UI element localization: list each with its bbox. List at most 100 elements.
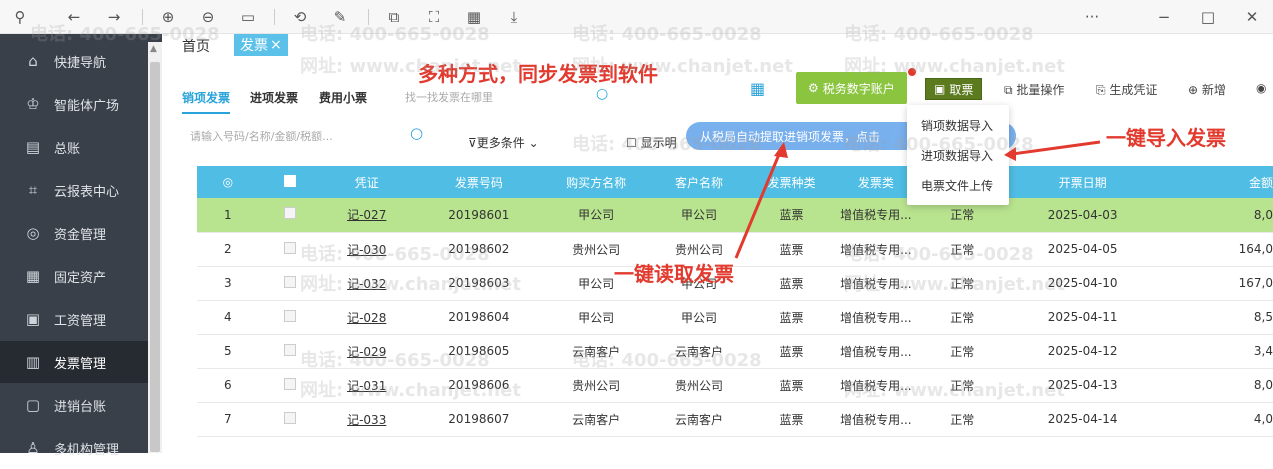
voucher-link[interactable]: 记-027: [320, 198, 414, 233]
table-row[interactable]: 4 记-028 20198604 甲公司 甲公司 蓝票 增值税专用... 正常 2025-04-…: [197, 300, 1273, 335]
menu-item-sales-import[interactable]: 销项数据导入: [921, 117, 993, 134]
scan-icon[interactable]: ⛶: [424, 7, 444, 27]
table-row[interactable]: 6 记-031 20198606 贵州公司 贵州公司 蓝票 增值税专用... 正常 2025-0…: [197, 368, 1273, 403]
sidebar-item-multi-org[interactable]: ♙ 多机构管理: [0, 427, 148, 469]
table-row[interactable]: 2 记-030 20198602 贵州公司 贵州公司 蓝票 增值税专用... 正常 2025-0…: [197, 232, 1273, 267]
row-select-checkbox[interactable]: [283, 343, 296, 356]
voucher-link[interactable]: 记-031: [320, 368, 414, 403]
invoice-type: 增值税专用...: [832, 232, 920, 267]
table-row[interactable]: 7 记-033 20198607 云南客户 云南客户 蓝票 增值税专用... 正常 2025-0…: [197, 402, 1273, 437]
pin-icon[interactable]: ⚲: [10, 7, 30, 27]
sidebar-item-invoice[interactable]: ▥ 发票管理: [0, 341, 148, 383]
row-select-checkbox[interactable]: [283, 411, 296, 424]
minimize-icon[interactable]: −: [1154, 7, 1174, 27]
sidebar-item-quick-nav[interactable]: ⌂ 快捷导航: [0, 40, 148, 82]
batch-operation-button[interactable]: ⧉ 批量操作: [1004, 81, 1064, 98]
subtab-purchase-invoice[interactable]: 进项发票: [250, 89, 298, 106]
invoice-kind: 蓝票: [750, 198, 833, 233]
fetch-invoice-button[interactable]: ▣ 取票: [925, 78, 983, 100]
buyer-name: 云南客户: [544, 334, 648, 369]
search-icon[interactable]: ○: [596, 86, 608, 102]
add-button[interactable]: ⊕ 新增: [1188, 81, 1226, 98]
sidebar-item-label: 发票管理: [54, 356, 107, 372]
show-detail-checkbox[interactable]: ☐ 显示明: [626, 134, 677, 151]
tax-digital-account-button[interactable]: ⚙ 税务数字账户: [796, 72, 907, 104]
select-all-checkbox[interactable]: [283, 174, 296, 187]
invoice-kind: 蓝票: [750, 368, 833, 403]
crop-icon[interactable]: ⧉: [384, 7, 404, 27]
close-icon[interactable]: ✕: [1242, 7, 1262, 27]
customer-name: 云南客户: [647, 334, 751, 369]
more-conditions-button[interactable]: ⊽更多条件 ⌄: [468, 134, 539, 151]
edit-icon[interactable]: ✎: [330, 7, 350, 27]
filter-search-icon[interactable]: ○: [410, 124, 423, 142]
row-select-checkbox[interactable]: [283, 377, 296, 390]
chart-icon: ⌗: [28, 181, 38, 199]
account-icon: ▢: [25, 396, 41, 414]
settings-icon[interactable]: ◎: [223, 175, 233, 189]
subtab-expense-receipt[interactable]: 费用小票: [319, 89, 367, 106]
tab-invoice[interactable]: 发票 ×: [234, 34, 288, 56]
voucher-link[interactable]: 记-028: [320, 300, 414, 335]
menu-item-purchase-import[interactable]: 进项数据导入: [921, 147, 993, 164]
invoice-type: 增值税专用...: [832, 300, 920, 335]
toolbar-divider: [368, 9, 369, 25]
rotate-icon[interactable]: ⟲: [290, 7, 310, 27]
save-icon[interactable]: ⤓: [504, 7, 524, 27]
column-header: 发票号码: [413, 166, 545, 198]
row-select-checkbox[interactable]: [283, 241, 296, 254]
voucher-link[interactable]: 记-029: [320, 334, 414, 369]
table-row[interactable]: 1 记-027 20198601 甲公司 甲公司 蓝票 增值税专用... 正常 2025-04-…: [197, 198, 1273, 233]
invoice-status: 正常: [919, 334, 1006, 369]
filter-input[interactable]: 请输入号码/名称/金额/税额...: [190, 128, 390, 144]
invoice-kind: 蓝票: [750, 402, 833, 437]
sidebar-item-funds[interactable]: ◎ 资金管理: [0, 212, 148, 254]
home-icon: ⌂: [28, 52, 38, 70]
table-header-row: ◎ 凭证 发票号码 购买方名称 客户名称 发票种类 发票类 开票日期 金额: [197, 166, 1273, 198]
forward-icon[interactable]: →: [104, 7, 124, 27]
row-select-checkbox[interactable]: [283, 207, 296, 220]
table-row[interactable]: 5 记-029 20198605 云南客户 云南客户 蓝票 增值税专用... 正常 2025-0…: [197, 334, 1273, 369]
voucher-link[interactable]: 记-032: [320, 266, 414, 301]
zoom-out-icon[interactable]: ⊖: [198, 7, 218, 27]
zoom-in-icon[interactable]: ⊕: [158, 7, 178, 27]
sidebar-item-ledger[interactable]: ▤ 总账: [0, 126, 148, 168]
tab-close-icon[interactable]: ×: [270, 37, 282, 53]
maximize-icon[interactable]: □: [1198, 7, 1218, 27]
table-row[interactable]: 3 记-032 20198603 甲公司 甲公司 蓝票 增值税专用... 正常 2025-04-…: [197, 266, 1273, 301]
sidebar-item-label: 多机构管理: [54, 442, 120, 458]
row-select-checkbox[interactable]: [283, 275, 296, 288]
invoice-status: 正常: [919, 368, 1006, 403]
sidebar-item-agent-plaza[interactable]: ♔ 智能体广场: [0, 83, 148, 125]
sidebar-item-fixed-assets[interactable]: ▦ 固定资产: [0, 255, 148, 297]
qr-code-icon[interactable]: ▦: [750, 79, 765, 98]
fit-icon[interactable]: ▭: [238, 7, 258, 27]
tab-home[interactable]: 首页: [182, 36, 210, 56]
sidebar-item-salary[interactable]: ▣ 工资管理: [0, 298, 148, 340]
scroll-up-icon[interactable]: ▲: [150, 44, 157, 54]
sidebar-item-report[interactable]: ⌗ 云报表中心: [0, 169, 148, 211]
voucher-link[interactable]: 记-030: [320, 232, 414, 267]
generate-voucher-button[interactable]: ⎘ 生成凭证: [1096, 81, 1157, 98]
invoice-date: 2025-04-14: [1005, 402, 1160, 437]
batch-icon: ⧉: [1004, 83, 1017, 97]
search-input[interactable]: 找一找发票在哪里: [405, 89, 493, 105]
back-icon[interactable]: ←: [64, 7, 84, 27]
scrollbar-thumb[interactable]: [150, 62, 160, 452]
more-icon[interactable]: ···: [1082, 7, 1102, 27]
play-icon[interactable]: ◉: [1256, 81, 1266, 95]
voucher-icon: ⎘: [1096, 83, 1110, 97]
row-select-checkbox[interactable]: [283, 309, 296, 322]
customer-name: 甲公司: [647, 198, 751, 233]
voucher-link[interactable]: 记-033: [320, 402, 414, 437]
invoice-amount: 8,5: [1159, 300, 1273, 335]
checkbox-column-header[interactable]: [258, 166, 321, 198]
sidebar-scrollbar[interactable]: ▲: [148, 42, 162, 453]
qr-icon[interactable]: ▦: [464, 7, 484, 27]
sidebar-item-label: 总账: [54, 141, 81, 157]
settings-column-header[interactable]: ◎: [197, 166, 259, 198]
row-number: 2: [197, 232, 259, 267]
menu-item-einvoice-upload[interactable]: 电票文件上传: [921, 177, 993, 194]
subtab-sales-invoice[interactable]: 销项发票: [182, 89, 231, 114]
sidebar-item-inventory[interactable]: ▢ 进销台账: [0, 384, 148, 426]
